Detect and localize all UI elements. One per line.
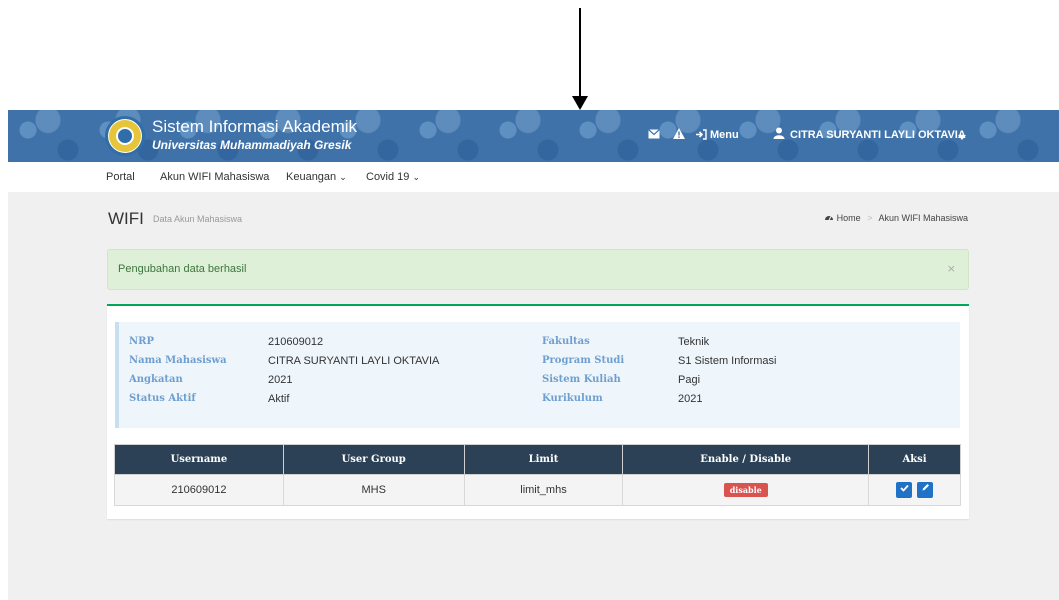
col-username: Username [114,444,284,475]
dashboard-icon [824,213,837,223]
app-title[interactable]: Sistem Informasi Akademik [152,117,357,137]
label-nrp: NRP [129,336,154,347]
col-limit: Limit [463,444,624,475]
content-area: WIFI Data Akun Mahasiswa Home > Akun WIF… [8,192,1059,600]
close-icon[interactable]: × [947,262,956,275]
logo-emblem [116,127,134,145]
annotation-arrow-head [572,96,588,110]
check-icon [899,484,909,492]
col-enable-disable: Enable / Disable [622,444,870,475]
breadcrumb: Home > Akun WIFI Mahasiswa [824,213,968,223]
value-angkatan: 2021 [268,374,293,386]
user-icon [773,127,785,142]
check-button[interactable] [896,482,912,498]
page-subtitle: Data Akun Mahasiswa [153,214,243,224]
table-header-row: Username User Group Limit Enable / Disab… [114,444,961,475]
warning-icon[interactable] [673,128,685,142]
envelope-icon[interactable] [648,128,660,142]
cell-username: 210609012 [114,474,284,506]
pencil-icon [922,484,929,491]
disable-badge[interactable]: disable [723,483,768,497]
nav-item-portal[interactable]: Portal [106,171,135,183]
label-sistem-kuliah: Sistem Kuliah [542,374,621,385]
value-nrp: 210609012 [268,336,324,348]
cell-actions [868,474,961,506]
wifi-account-table: Username User Group Limit Enable / Disab… [114,444,961,506]
university-logo[interactable] [105,116,145,156]
chevron-down-icon: ⌄ [412,172,421,182]
value-prodi: S1 Sistem Informasi [678,355,777,367]
cell-status: disable [622,474,870,506]
breadcrumb-separator: > [867,213,873,223]
label-fakultas: Fakultas [542,336,590,347]
label-prodi: Program Studi [542,355,625,366]
value-kurikulum: 2021 [678,393,703,405]
table-row: 210609012 MHS limit_mhs disable [114,474,961,506]
value-nama: CITRA SURYANTI LAYLI OKTAVIA [268,355,440,367]
page-title: WIFI [108,209,144,228]
col-aksi: Aksi [868,444,961,475]
breadcrumb-current: Akun WIFI Mahasiswa [878,213,968,223]
top-header: Sistem Informasi Akademik Universitas Mu… [8,110,1059,162]
nav-item-keuangan[interactable]: Keuangan ⌄ [286,171,347,183]
success-alert: Pengubahan data berhasil × [107,249,969,290]
nav-item-keuangan-label: Keuangan [286,171,337,183]
label-status: Status Aktif [129,393,196,404]
alert-message: Pengubahan data berhasil [118,263,247,275]
label-kurikulum: Kurikulum [542,393,603,404]
label-angkatan: Angkatan [129,374,183,385]
menu-button[interactable]: Menu [710,129,739,141]
caret-down-icon[interactable] [958,130,966,144]
student-info-panel: NRP 210609012 Nama Mahasiswa CITRA SURYA… [115,322,960,428]
cell-limit: limit_mhs [463,474,624,506]
nav-item-akun-wifi[interactable]: Akun WIFI Mahasiswa [160,171,269,183]
label-nama: Nama Mahasiswa [129,355,227,366]
wifi-account-box: NRP 210609012 Nama Mahasiswa CITRA SURYA… [107,304,969,519]
cell-group: MHS [282,474,465,506]
value-status: Aktif [268,393,290,405]
sign-in-icon [696,129,707,143]
user-menu[interactable]: CITRA SURYANTI LAYLI OKTAVIA [790,129,966,141]
value-fakultas: Teknik [678,336,710,348]
col-user-group: User Group [282,444,465,475]
value-sistem-kuliah: Pagi [678,374,701,386]
annotation-arrow-line [579,8,581,97]
app-subtitle: Universitas Muhammadiyah Gresik [152,138,352,152]
nav-item-covid-label: Covid 19 [366,171,410,183]
edit-button[interactable] [917,482,934,498]
chevron-down-icon: ⌄ [339,172,347,182]
breadcrumb-home[interactable]: Home [837,213,861,223]
nav-item-covid[interactable]: Covid 19 ⌄ [366,171,420,183]
main-nav: Portal Akun WIFI Mahasiswa Keuangan ⌄ Co… [8,162,1059,192]
